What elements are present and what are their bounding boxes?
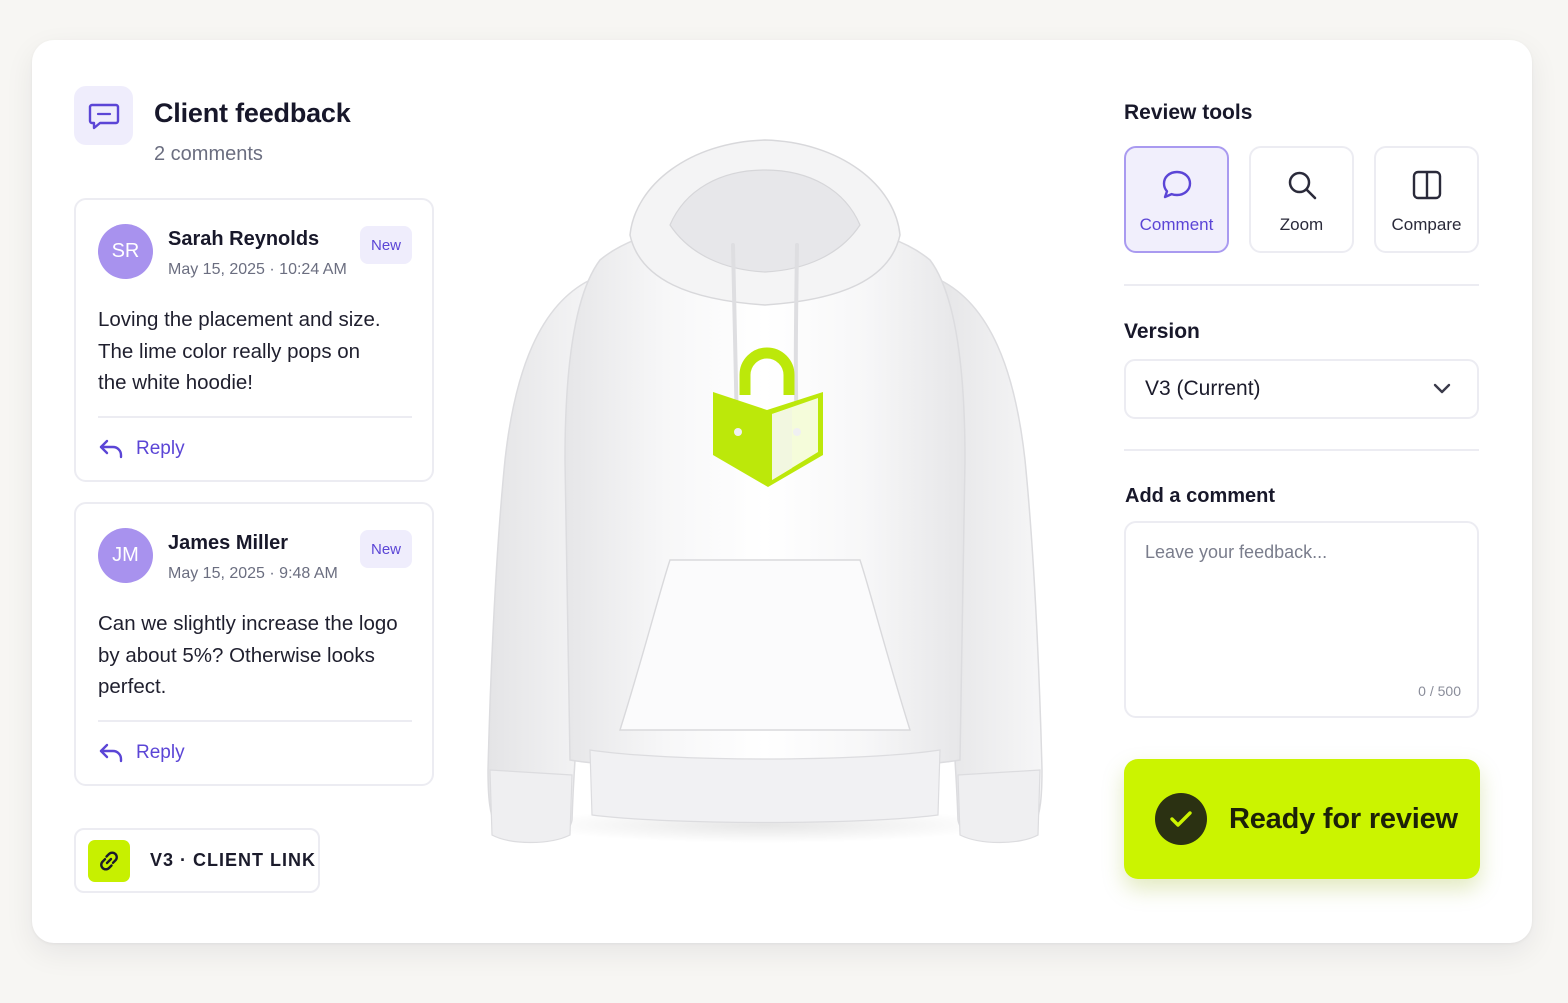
divider xyxy=(98,720,412,722)
comment-author: Sarah Reynolds xyxy=(168,228,320,250)
split-view-icon xyxy=(1412,170,1441,200)
zoom-tool-label: Zoom xyxy=(1279,215,1324,234)
comment-date: May 15, 2025 · 10:24 AM xyxy=(168,261,347,278)
comment-textarea[interactable]: Leave your feedback... 0 / 500 xyxy=(1124,521,1479,718)
magnifier-icon xyxy=(1288,171,1316,200)
speech-bubble-icon xyxy=(1162,170,1191,199)
ready-for-review-label: Ready for review xyxy=(1229,802,1458,835)
compare-tool-label: Compare xyxy=(1391,215,1462,234)
comment-body: Loving the placement and size. The lime … xyxy=(98,308,381,394)
comment-placeholder: Leave your feedback... xyxy=(1145,542,1328,562)
review-tools-heading: Review tools xyxy=(1124,101,1253,124)
comment-body: Can we slightly increase the logo by abo… xyxy=(98,612,398,698)
new-badge: New xyxy=(360,530,412,568)
version-selected-value: V3 (Current) xyxy=(1145,377,1261,400)
reply-label: Reply xyxy=(136,438,185,459)
feedback-icon xyxy=(74,86,133,145)
comment-author: James Miller xyxy=(168,532,289,554)
avatar: SR xyxy=(98,224,153,279)
comment-tool-button[interactable]: Comment xyxy=(1124,146,1229,253)
hoodie-mockup-image xyxy=(487,139,1043,844)
comment-count: 2 comments xyxy=(154,143,263,165)
add-comment-heading: Add a comment xyxy=(1125,485,1276,507)
comment-card: SR Sarah Reynolds May 15, 2025 · 10:24 A… xyxy=(74,198,434,482)
client-link-button[interactable]: V3 · CLIENT LINK xyxy=(74,828,320,893)
link-icon xyxy=(88,839,130,882)
divider xyxy=(98,416,412,418)
version-heading: Version xyxy=(1124,320,1200,343)
comment-card: JM James Miller May 15, 2025 · 9:48 AM N… xyxy=(74,502,434,786)
reply-icon xyxy=(99,743,123,763)
comment-tool-label: Comment xyxy=(1139,215,1214,234)
divider xyxy=(1124,284,1479,286)
reply-label: Reply xyxy=(136,742,185,763)
comment-date: May 15, 2025 · 9:48 AM xyxy=(168,565,338,582)
reply-button[interactable]: Reply xyxy=(98,738,185,768)
compare-tool-button[interactable]: Compare xyxy=(1374,146,1479,253)
divider xyxy=(1124,449,1479,451)
reply-button[interactable]: Reply xyxy=(98,434,185,464)
chevron-down-icon xyxy=(1433,383,1451,394)
version-select[interactable]: V3 (Current) xyxy=(1124,359,1479,419)
ready-for-review-button[interactable]: Ready for review xyxy=(1124,759,1480,879)
new-badge: New xyxy=(360,226,412,264)
client-link-label: V3 · CLIENT LINK xyxy=(150,850,317,870)
check-circle-icon xyxy=(1155,793,1207,845)
character-counter: 0 / 500 xyxy=(1418,683,1461,699)
avatar: JM xyxy=(98,528,153,583)
reply-icon xyxy=(99,439,123,459)
zoom-tool-button[interactable]: Zoom xyxy=(1249,146,1354,253)
page-title: Client feedback xyxy=(154,98,351,128)
